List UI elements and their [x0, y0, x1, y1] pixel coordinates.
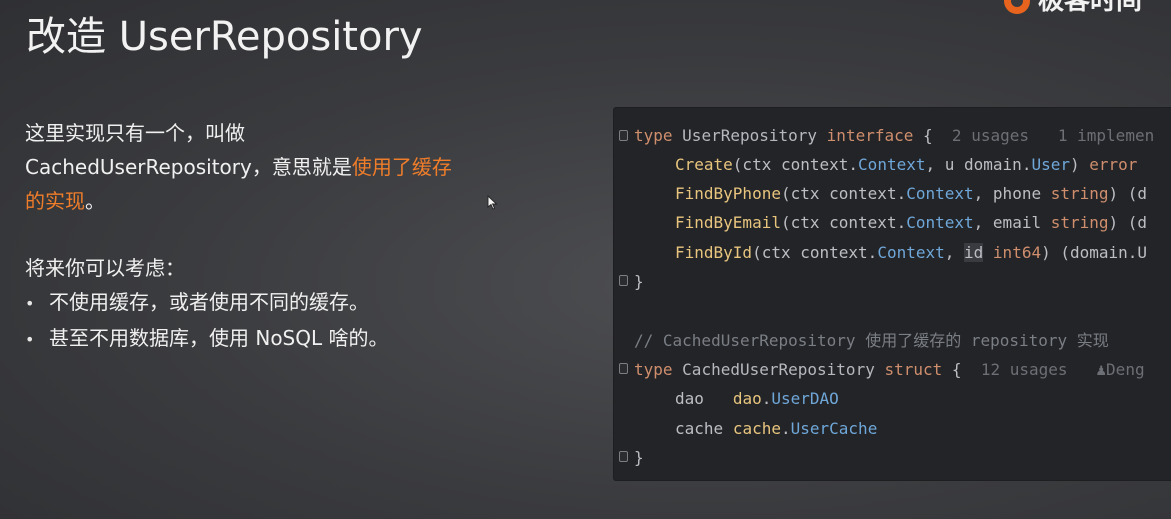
bullet-text: 甚至不用数据库，使用 NoSQL 啥的。 — [49, 326, 389, 350]
code-line: dao dao.UserDAO — [675, 389, 839, 408]
bullet-item: • 不使用缓存，或者使用不同的缓存。 — [25, 285, 545, 321]
brand-logo: 极客时间 — [1004, 0, 1142, 14]
code-line: FindById(ctx context.Context, id int64) … — [675, 243, 1148, 262]
code-comment: // CachedUserRepository 使用了缓存的 repositor… — [634, 331, 1109, 350]
code-line: Create(ctx context.Context, u domain.Use… — [675, 155, 1138, 174]
person-icon: ♟ — [1096, 360, 1107, 379]
code-line: type UserRepository interface { 2 usages… — [634, 126, 1155, 145]
fold-toggle-icon[interactable] — [619, 275, 628, 286]
slide-body: 这里实现只有一个，叫做 CachedUserRepository，意思就是使用了… — [25, 116, 545, 357]
slide-title: 改造 UserRepository — [26, 14, 423, 60]
paragraph-2: 将来你可以考虑： — [25, 256, 185, 280]
code-line: type CachedUserRepository struct { 12 us… — [634, 360, 1145, 379]
fold-toggle-icon[interactable] — [619, 451, 628, 462]
bullet-icon: • — [25, 294, 35, 313]
highlight-text-a: 使用了缓存 — [351, 155, 452, 179]
usages-hint[interactable]: 2 usages 1 implemen — [952, 126, 1154, 145]
logo-icon — [1004, 0, 1030, 14]
code-line: } — [634, 448, 644, 467]
code-line: } — [634, 272, 644, 291]
highlight-text-b: 的实现 — [25, 189, 85, 213]
paragraph-1-line-2: CachedUserRepository，意思就是 — [25, 155, 352, 179]
code-line: FindByEmail(ctx context.Context, email s… — [675, 213, 1148, 232]
logo-text: 极客时间 — [1038, 0, 1143, 16]
fold-toggle-icon[interactable] — [619, 130, 628, 141]
bullet-text: 不使用缓存，或者使用不同的缓存。 — [49, 290, 369, 314]
fold-toggle-icon[interactable] — [619, 363, 628, 374]
author-hint[interactable]: Deng — [1106, 360, 1145, 379]
paragraph-1-line-1: 这里实现只有一个，叫做 — [25, 121, 245, 145]
code-line: FindByPhone(ctx context.Context, phone s… — [675, 184, 1148, 203]
bullet-item: • 甚至不用数据库，使用 NoSQL 啥的。 — [25, 321, 545, 357]
bullet-icon: • — [25, 330, 35, 349]
code-line: cache cache.UserCache — [675, 419, 878, 438]
paragraph-1: 这里实现只有一个，叫做 CachedUserRepository，意思就是使用了… — [25, 116, 545, 218]
code-editor[interactable]: type UserRepository interface { 2 usages… — [614, 108, 1171, 480]
usages-hint[interactable]: 12 usages — [981, 360, 1097, 379]
editor-gutter — [614, 108, 634, 480]
paragraph-1-end: 。 — [85, 189, 105, 213]
